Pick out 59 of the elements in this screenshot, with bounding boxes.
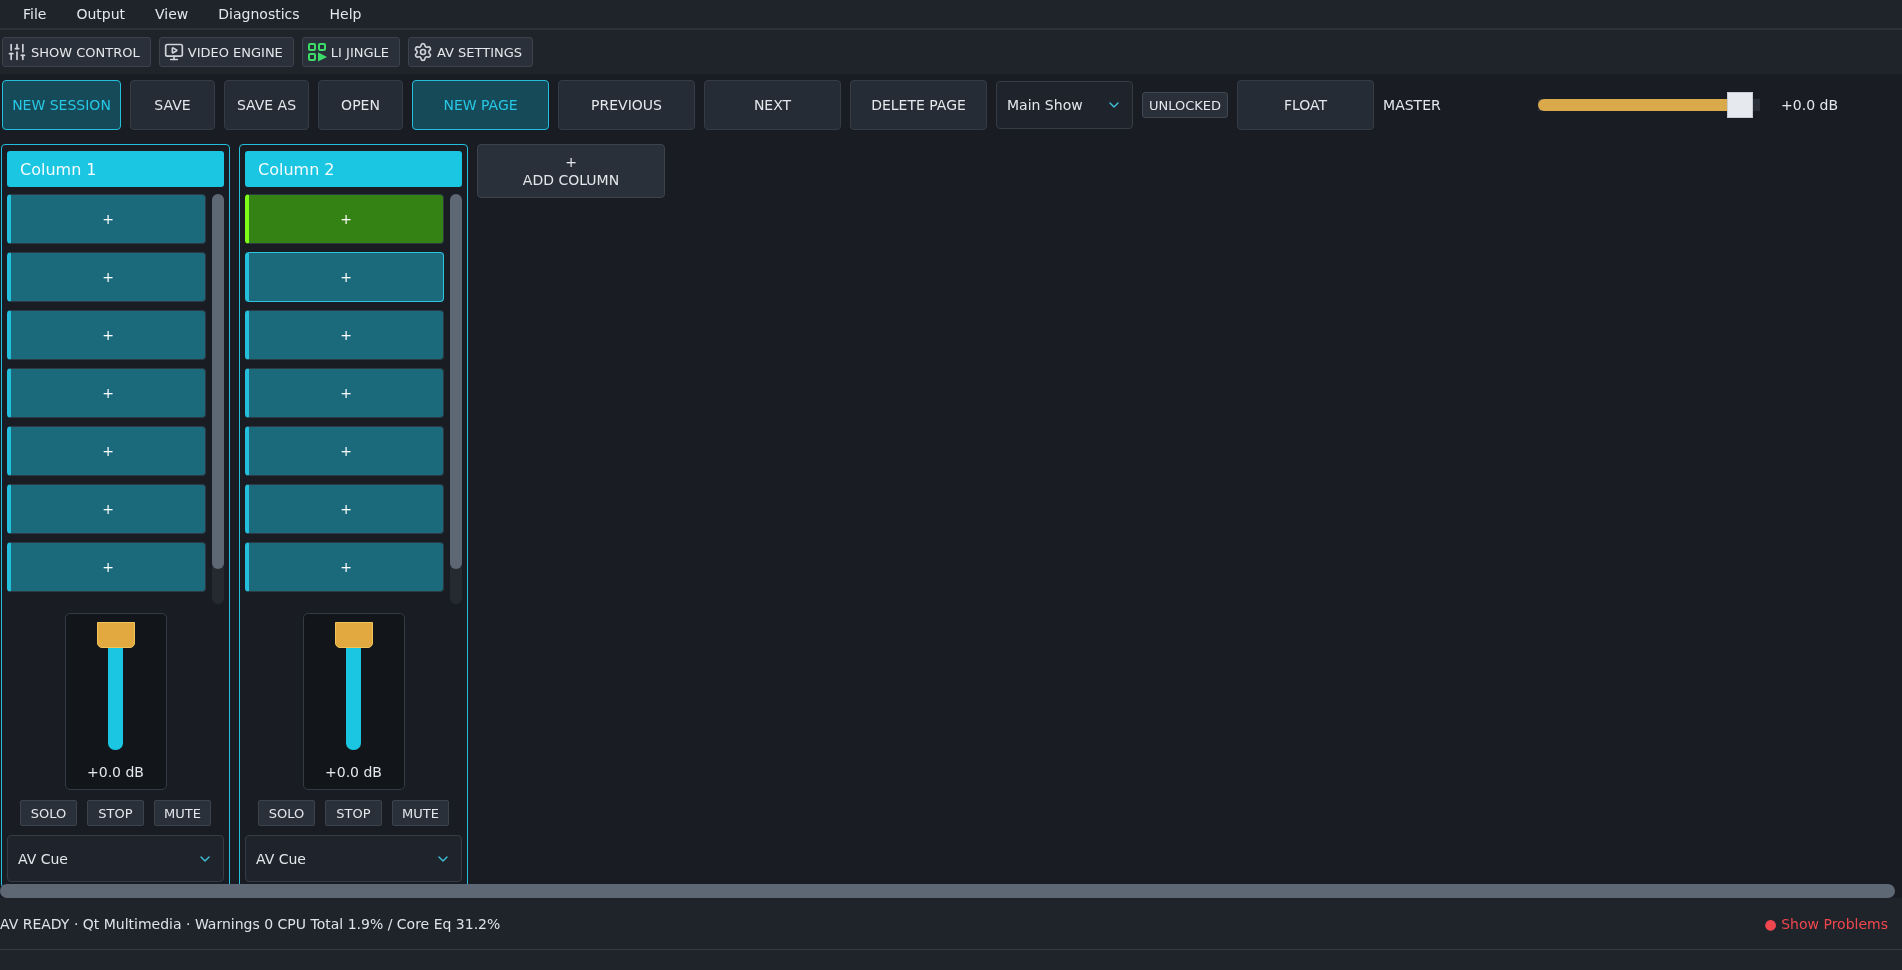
channel-button[interactable]: MUTE	[154, 800, 211, 826]
channel-button[interactable]: SOLO	[20, 800, 77, 826]
fader-reading: +0.0 dB	[325, 764, 382, 780]
monitor-play-icon	[163, 42, 184, 62]
cue-slot[interactable]: +	[245, 426, 444, 476]
menu-item[interactable]: View	[140, 6, 204, 22]
cue-slot[interactable]: +	[245, 368, 444, 418]
horizontal-scrollbar[interactable]	[0, 884, 1895, 898]
float-button[interactable]: FLOAT	[1237, 80, 1375, 130]
cue-slot[interactable]: +	[7, 194, 206, 244]
menu-item[interactable]: Help	[314, 6, 377, 22]
cue-slot[interactable]: +	[7, 542, 206, 592]
control-button[interactable]: SAVE AS	[224, 80, 309, 130]
lock-button[interactable]: UNLOCKED	[1142, 92, 1229, 118]
control-button[interactable]: OPEN	[318, 80, 403, 130]
menu-item[interactable]: File	[8, 6, 62, 22]
cue-slot[interactable]: +	[245, 484, 444, 534]
settings-icon	[413, 42, 433, 62]
fader-handle[interactable]	[334, 622, 373, 648]
control-button[interactable]: SAVE	[130, 80, 215, 130]
toolbar-button[interactable]: VIDEO ENGINE	[158, 37, 294, 67]
cue-slot[interactable]: +	[7, 426, 206, 476]
grid-play-icon	[306, 42, 327, 62]
cue-slot[interactable]: +	[245, 194, 444, 244]
page-dropdown[interactable]: Main Show	[996, 81, 1133, 129]
channel-button[interactable]: STOP	[325, 800, 382, 826]
master-label: MASTER	[1383, 97, 1442, 113]
cue-slot[interactable]: +	[7, 252, 206, 302]
channel-button[interactable]: SOLO	[258, 800, 315, 826]
sliders-icon	[7, 42, 27, 62]
control-button[interactable]: PREVIOUS	[558, 80, 695, 130]
cue-slot[interactable]: +	[7, 368, 206, 418]
cue-slot[interactable]: +	[7, 310, 206, 360]
channel-button[interactable]: STOP	[87, 800, 144, 826]
cue-type-dropdown[interactable]: AV Cue	[245, 835, 462, 882]
menu-item[interactable]: Output	[61, 6, 141, 22]
cue-slot[interactable]: +	[7, 484, 206, 534]
fader-reading: +0.0 dB	[87, 764, 144, 780]
cue-slot[interactable]: +	[245, 252, 444, 302]
control-button[interactable]: DELETE PAGE	[850, 80, 987, 130]
slider-handle[interactable]	[1727, 92, 1754, 118]
control-button[interactable]: NEW PAGE	[412, 80, 549, 130]
show-problems-link[interactable]: ● Show Problems	[1764, 915, 1888, 932]
toolbar-button[interactable]: LI JINGLE	[301, 37, 400, 67]
toolbar-button[interactable]: SHOW CONTROL	[2, 37, 151, 67]
control-button[interactable]: NEXT	[704, 80, 841, 130]
fader-handle[interactable]	[96, 622, 135, 648]
fader-track[interactable]	[96, 622, 135, 750]
master-reading: +0.0 dB	[1781, 97, 1838, 113]
cue-slot[interactable]: +	[245, 542, 444, 592]
cue-slot[interactable]: +	[245, 310, 444, 360]
toolbar-button[interactable]: AV SETTINGS	[408, 37, 534, 67]
status-text: AV READY · Qt Multimedia · Warnings 0 CPU Total 1.9% / Core Eq 31.2%	[0, 915, 501, 932]
channel-button[interactable]: MUTE	[392, 800, 449, 826]
control-button[interactable]: NEW SESSION	[2, 80, 121, 130]
menu-item[interactable]: Diagnostics	[203, 6, 315, 22]
add-column-button[interactable]: + ADD COLUMN	[477, 144, 665, 198]
cue-type-dropdown[interactable]: AV Cue	[7, 835, 224, 882]
fader-track[interactable]	[334, 622, 373, 750]
